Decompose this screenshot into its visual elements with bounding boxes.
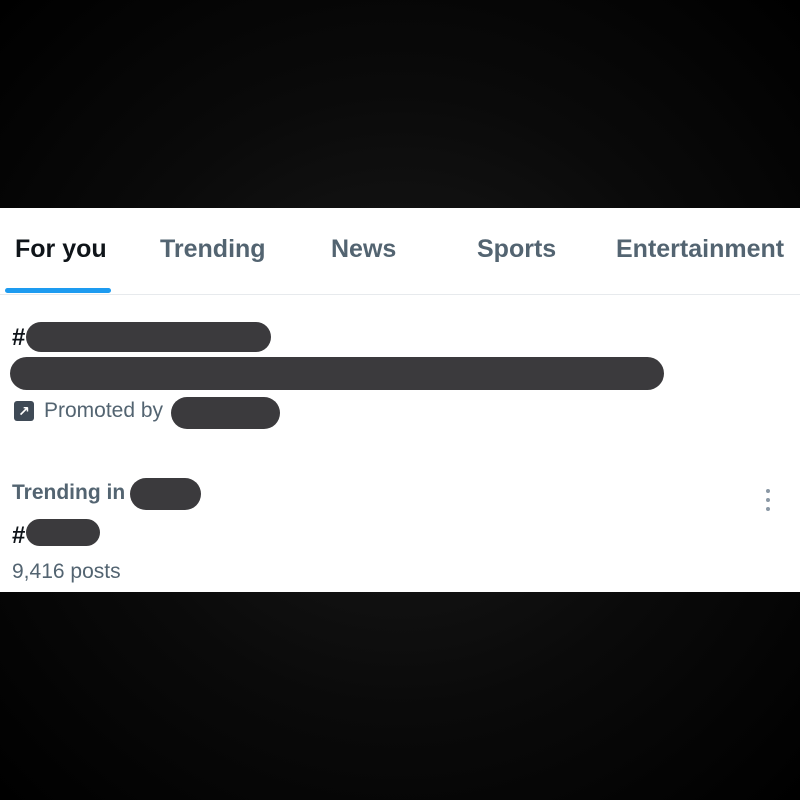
redacted-trend-location [130, 478, 201, 510]
more-vertical-icon[interactable] [756, 482, 780, 518]
trend-hash-symbol: # [12, 522, 26, 549]
redacted-advertiser-name [171, 397, 280, 429]
explore-panel: For you Trending News Sports Entertainme… [0, 208, 800, 592]
trend-context-label: Trending in [12, 481, 126, 504]
tab-entertainment[interactable]: Entertainment [616, 235, 784, 264]
active-tab-indicator [5, 288, 111, 293]
redacted-promoted-hashtag [26, 322, 271, 352]
trend-post-count: 9,416 posts [12, 560, 121, 583]
promoted-arrow-icon: ↗ [14, 401, 34, 421]
redacted-promoted-description [10, 357, 664, 390]
tab-sports[interactable]: Sports [477, 235, 556, 264]
screenshot-frame: For you Trending News Sports Entertainme… [0, 0, 800, 800]
promoted-hash-symbol: # [12, 324, 26, 351]
redacted-trend-hashtag [26, 519, 100, 546]
promoted-by-label: Promoted by [44, 399, 164, 422]
tab-news[interactable]: News [331, 235, 396, 264]
tab-for-you[interactable]: For you [15, 235, 107, 264]
explore-tab-bar: For you Trending News Sports Entertainme… [0, 208, 800, 295]
tab-trending[interactable]: Trending [160, 235, 266, 264]
